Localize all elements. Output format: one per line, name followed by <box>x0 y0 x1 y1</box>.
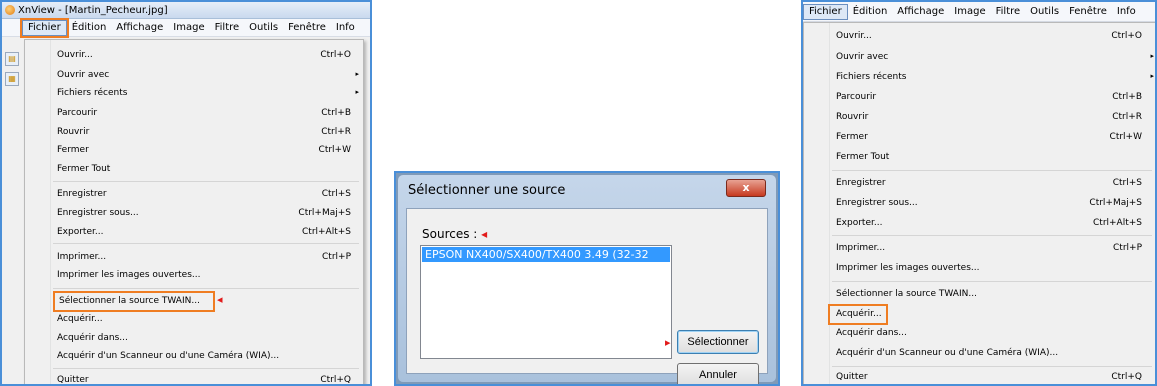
select-button[interactable]: Sélectionner <box>677 330 759 354</box>
cancel-button[interactable]: Annuler <box>677 363 759 384</box>
list-item[interactable]: EPSON NX400/SX400/TX400 3.49 (32-32 <box>422 247 670 262</box>
submenu-arrow-icon: ▸ <box>1150 72 1154 80</box>
red-arrow-icon: ◂ <box>481 227 488 241</box>
menu-edition[interactable]: Édition <box>848 2 893 22</box>
menu-affichage[interactable]: Affichage <box>111 19 168 37</box>
select-source-dialog: Sélectionner une source x Sources : ◂ EP… <box>394 171 780 386</box>
menu-separator <box>53 288 359 289</box>
menu-image[interactable]: Image <box>949 2 990 22</box>
sources-label: Sources : ◂ <box>422 227 488 241</box>
menu-info[interactable]: Info <box>331 19 360 37</box>
menu-separator <box>832 281 1152 282</box>
xnview-app-icon <box>5 5 15 15</box>
folder-tool-icon[interactable]: ▦ <box>5 72 19 86</box>
menu-separator <box>832 366 1152 367</box>
menu-outils[interactable]: Outils <box>1025 2 1064 22</box>
menu-icon-gutter <box>804 23 830 384</box>
window-title: XnView - [Martin_Pecheur.jpg] <box>18 5 168 16</box>
menu-separator <box>53 368 359 369</box>
menubar: Fichier Édition Affichage Image Filtre O… <box>803 2 1155 22</box>
menu-fichier[interactable]: Fichier <box>803 3 848 20</box>
menu-separator <box>832 235 1152 236</box>
menubar: Fichier Édition Affichage Image Filtre O… <box>2 17 370 38</box>
menu-filtre[interactable]: Filtre <box>991 2 1026 22</box>
menu-info[interactable]: Info <box>1112 2 1141 22</box>
sources-list[interactable]: EPSON NX400/SX400/TX400 3.49 (32-32 <box>420 245 672 359</box>
submenu-arrow-icon: ▸ <box>1150 52 1154 60</box>
menu-item-acquerir[interactable]: Acquérir... <box>828 304 888 325</box>
menu-separator <box>53 181 359 182</box>
left-xnview-window: XnView - [Martin_Pecheur.jpg] Fichier Éd… <box>0 0 372 386</box>
menu-edition[interactable]: Édition <box>67 19 112 37</box>
menu-fenetre[interactable]: Fenêtre <box>283 19 331 37</box>
menu-fenetre[interactable]: Fenêtre <box>1064 2 1112 22</box>
menu-filtre[interactable]: Filtre <box>210 19 245 37</box>
menu-icon-gutter <box>25 40 51 384</box>
dialog-frame: Sélectionner une source x Sources : ◂ EP… <box>398 175 776 384</box>
browser-tool-icon[interactable]: ▤ <box>5 52 19 66</box>
menu-image[interactable]: Image <box>168 19 209 37</box>
right-xnview-window: Fichier Édition Affichage Image Filtre O… <box>801 0 1157 386</box>
menu-fichier[interactable]: Fichier <box>20 17 69 38</box>
menu-separator <box>53 243 359 244</box>
submenu-arrow-icon: ▸ <box>355 88 359 96</box>
fichier-dropdown-menu: Ouvrir... Ctrl+O Ouvrir avec ▸ Fichiers ré… <box>803 22 1155 384</box>
menu-item-selectionner-source-twain[interactable]: Sélectionner la source TWAIN... <box>53 291 215 312</box>
dialog-client-area: Sources : ◂ EPSON NX400/SX400/TX400 3.49… <box>406 208 768 384</box>
red-arrow-icon: ▸ <box>665 336 671 349</box>
window-titlebar: XnView - [Martin_Pecheur.jpg] <box>2 2 370 19</box>
dialog-title: Sélectionner une source <box>408 183 566 198</box>
menu-outils[interactable]: Outils <box>244 19 283 37</box>
fichier-dropdown-menu: Ouvrir... Ctrl+O Ouvrir avec ▸ Fichiers ré… <box>24 39 364 384</box>
menu-separator <box>832 170 1152 171</box>
submenu-arrow-icon: ▸ <box>355 70 359 78</box>
close-icon[interactable]: x <box>726 179 766 197</box>
red-arrow-icon: ◂ <box>217 293 223 306</box>
menu-affichage[interactable]: Affichage <box>892 2 949 22</box>
